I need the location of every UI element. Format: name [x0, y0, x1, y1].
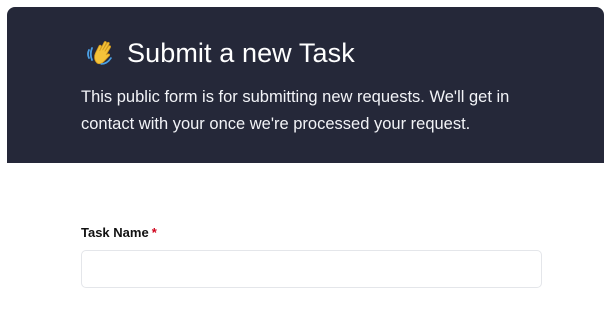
page-title: Submit a new Task [127, 37, 355, 68]
form-header: Submit a new Task This public form is fo… [7, 7, 604, 163]
title-row: Submit a new Task [85, 33, 355, 73]
task-name-label: Task Name * [81, 224, 542, 242]
public-form-page: Submit a new Task This public form is fo… [0, 0, 611, 309]
form-body: Task Name * [81, 224, 542, 288]
waving-hand-icon [85, 37, 117, 69]
task-name-input[interactable] [81, 250, 542, 288]
form-description: This public form is for submitting new r… [81, 88, 510, 133]
task-name-label-text: Task Name [81, 225, 149, 240]
required-asterisk: * [151, 225, 157, 240]
